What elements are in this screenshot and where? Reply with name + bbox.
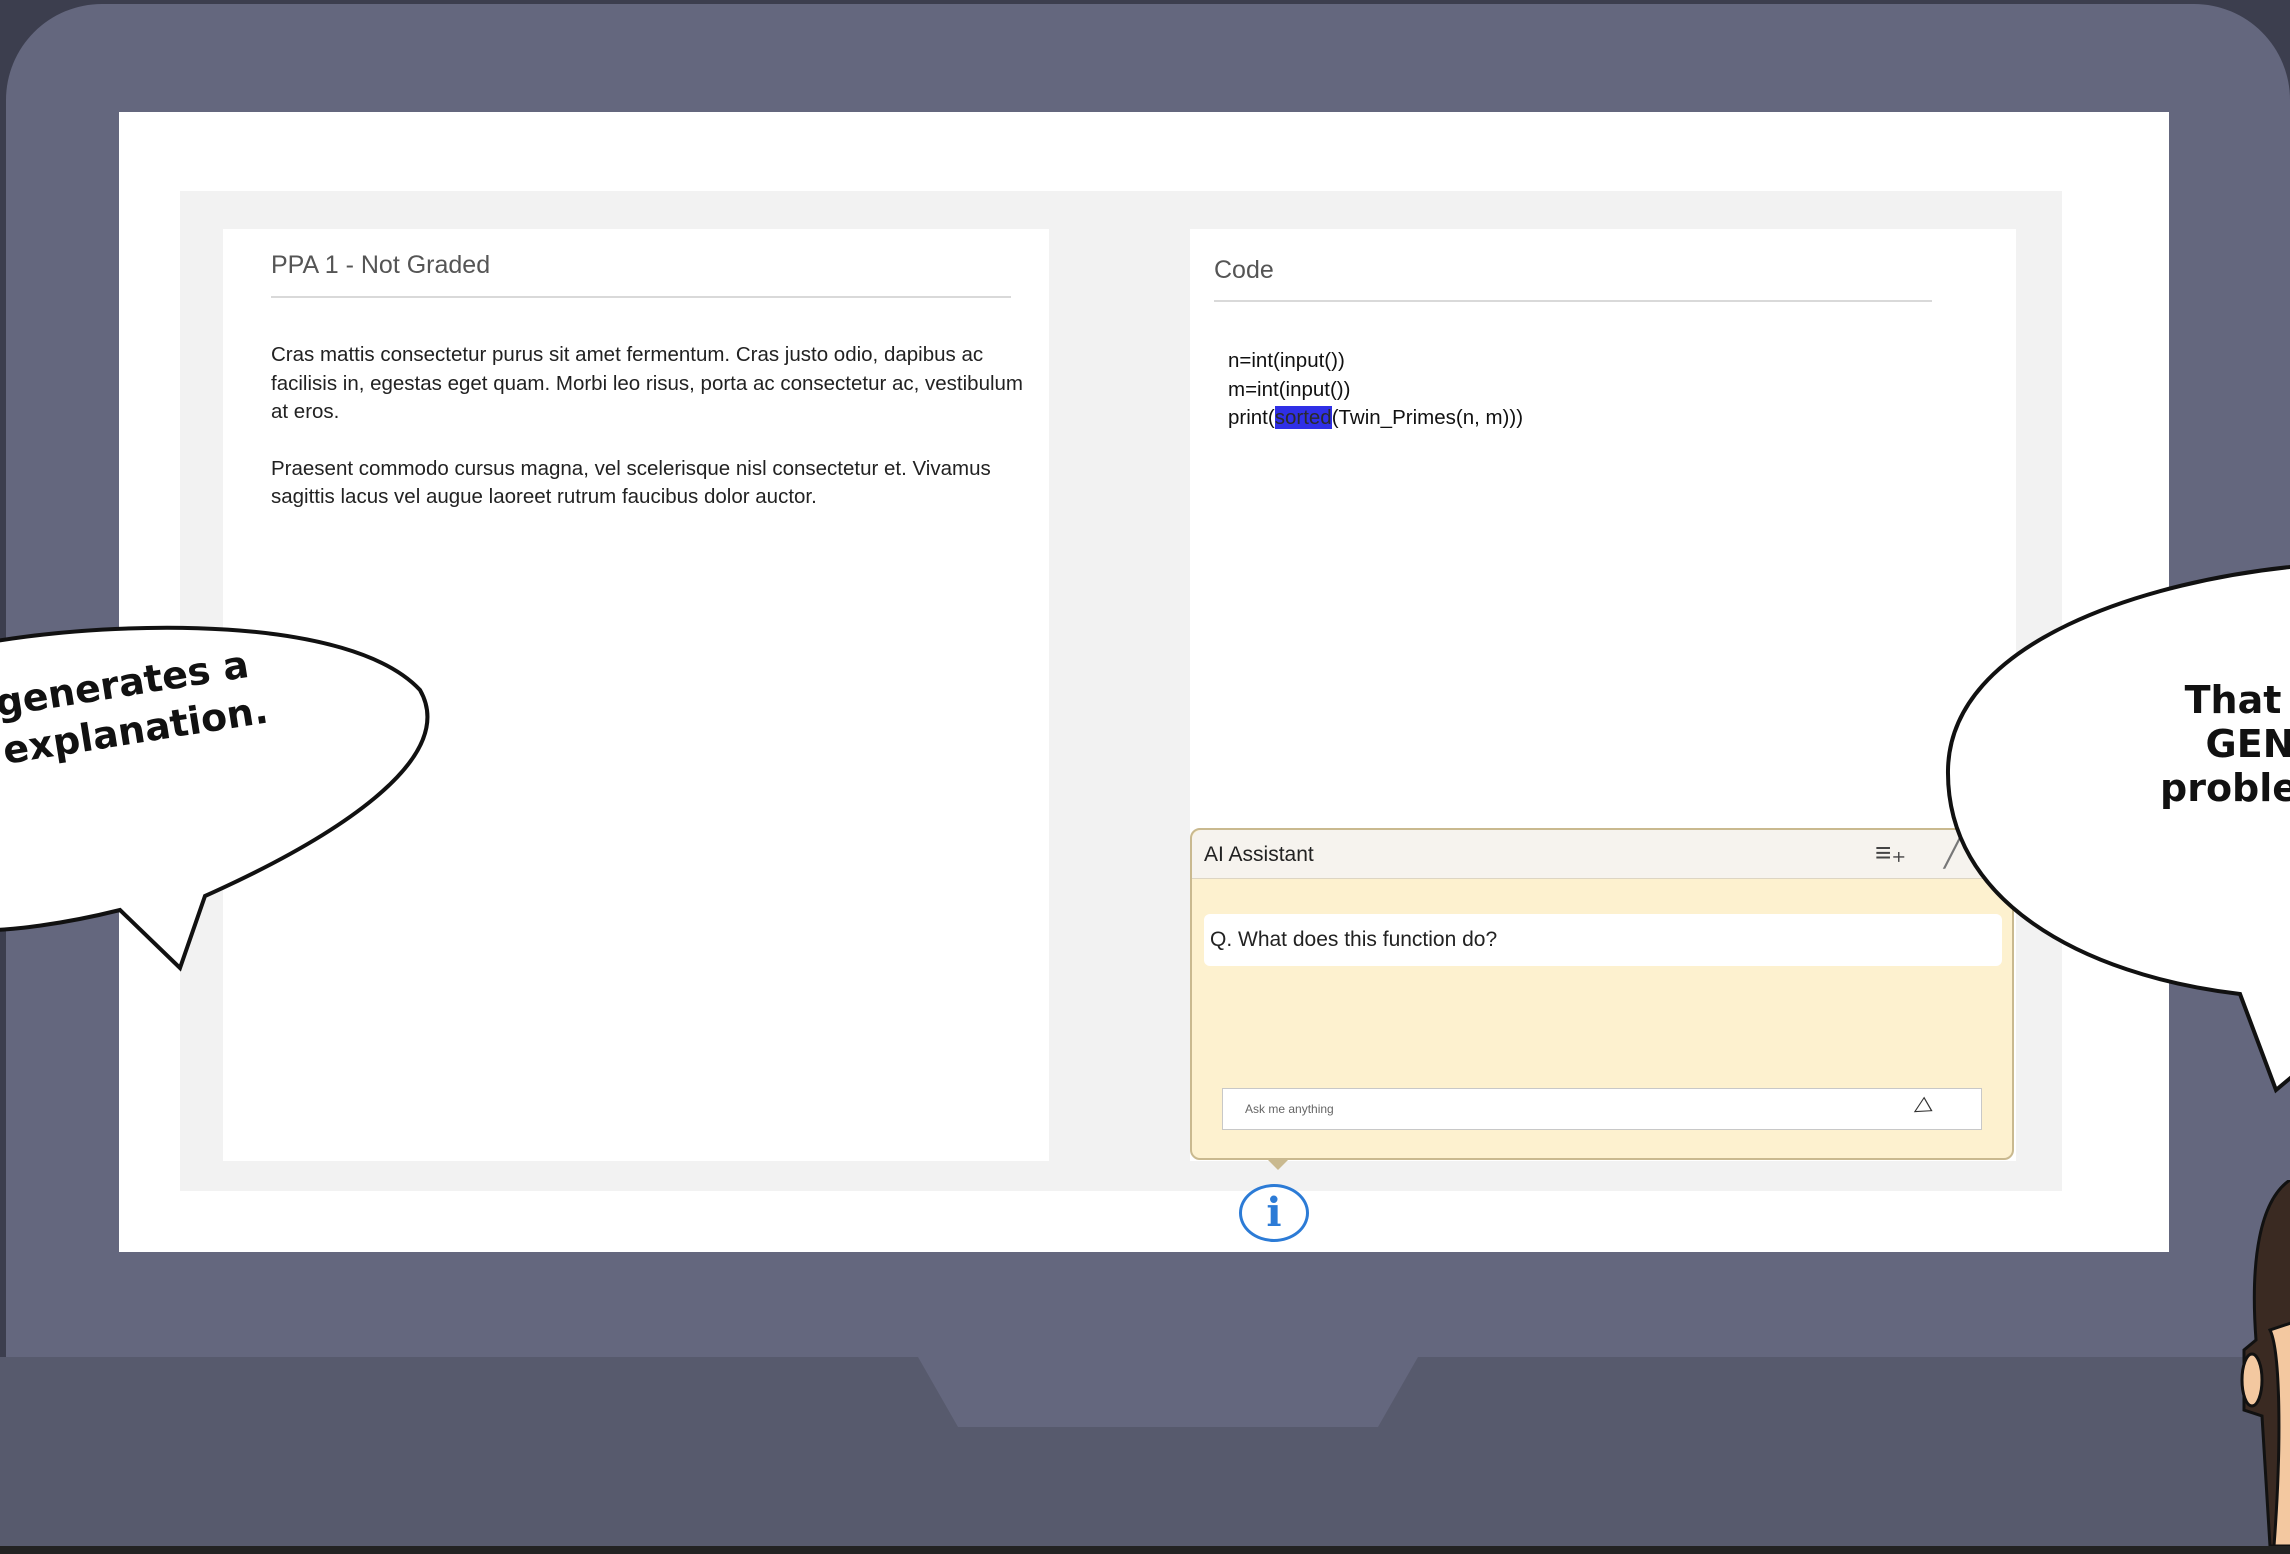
speech-bubbles <box>0 565 2290 1094</box>
right-speech-bubble <box>1945 565 2290 1094</box>
bubble-line: That <box>2184 678 2282 722</box>
right-bubble-text: That GEN proble <box>2160 678 2290 810</box>
bubble-line: GEN <box>2205 722 2290 766</box>
character-illustration <box>2240 1180 2290 1546</box>
bubble-line: proble <box>2160 766 2290 810</box>
